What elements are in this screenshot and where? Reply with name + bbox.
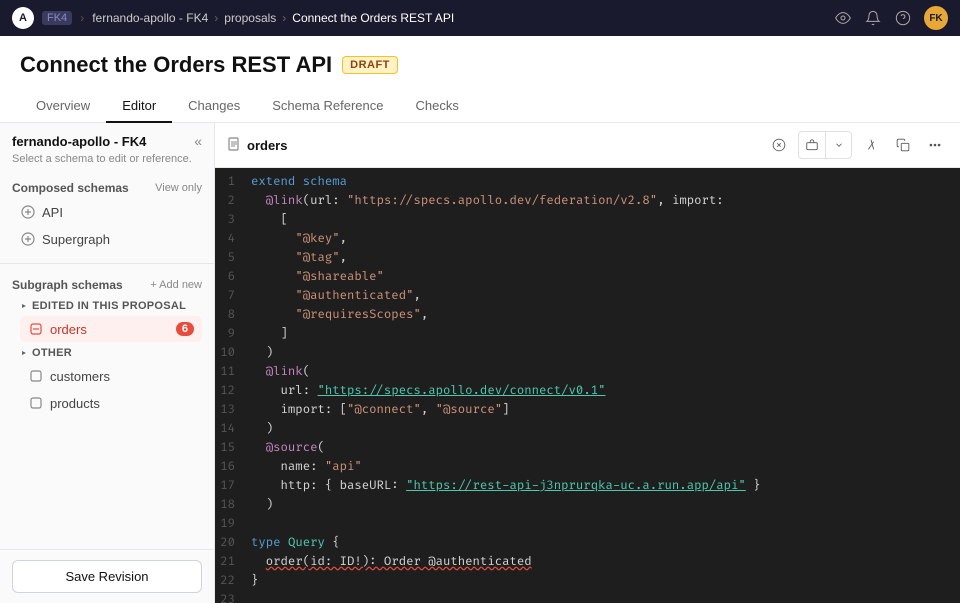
copy-button[interactable] [890,132,916,158]
editor-file-icon [227,137,241,154]
breadcrumb-current: Connect the Orders REST API [292,11,454,25]
robot-btn-group [798,131,852,159]
other-section-label: OTHER [32,347,72,359]
code-line-21: 21 order(id: ID!): Order @authenticated [215,552,960,571]
sidebar-item-products-label: products [50,396,100,411]
more-options-button[interactable] [922,132,948,158]
code-line-8: 8 "@requiresScopes", [215,305,960,324]
other-section-toggle[interactable]: OTHER [12,343,202,363]
edited-section-label: EDITED IN THIS PROPOSAL [32,300,186,312]
sidebar-divider-1 [0,263,214,264]
page-header: Connect the Orders REST API DRAFT Overvi… [0,36,960,123]
customers-schema-icon [28,368,44,384]
code-line-12: 12 url: "https://specs.apollo.dev/connec… [215,381,960,400]
edited-in-proposal-toggle[interactable]: EDITED IN THIS PROPOSAL [12,296,202,316]
code-line-4: 4 "@key", [215,229,960,248]
editor-panel: orders [215,123,960,603]
breadcrumb: fernando-apollo - FK4 › proposals › Conn… [92,11,454,25]
sidebar-item-products[interactable]: products [20,390,202,416]
ai-chevron-button[interactable] [825,132,851,158]
editor-toolbar: orders [215,123,960,168]
sidebar-item-api-label: API [42,205,63,220]
page-title: Connect the Orders REST API [20,52,332,78]
code-line-15: 15 @source( [215,438,960,457]
sidebar-item-supergraph[interactable]: Supergraph [12,226,202,252]
sidebar-item-customers-label: customers [50,369,110,384]
view-only-button[interactable]: View only [155,182,202,194]
eye-icon[interactable] [834,9,852,27]
tab-editor[interactable]: Editor [106,90,172,123]
tab-changes[interactable]: Changes [172,90,256,123]
code-line-14: 14 ) [215,419,960,438]
question-icon[interactable] [894,9,912,27]
main-content: fernando-apollo - FK4 « Select a schema … [0,123,960,603]
sidebar-item-orders-label: orders [50,322,87,337]
draft-badge: DRAFT [342,56,398,74]
orders-schema-icon [28,321,44,337]
code-line-17: 17 http: { baseURL: "https://rest-api-j3… [215,476,960,495]
clear-button[interactable] [766,132,792,158]
sidebar-collapse-button[interactable]: « [194,133,202,149]
code-editor[interactable]: 1 extend schema 2 @link(url: "https://sp… [215,168,960,603]
sidebar: fernando-apollo - FK4 « Select a schema … [0,123,215,603]
orders-change-badge: 6 [176,322,194,336]
subgraph-schemas-header: Subgraph schemas + Add new [12,278,202,292]
sidebar-item-orders[interactable]: orders 6 [20,316,202,342]
top-navigation-bar: A FK4 › fernando-apollo - FK4 › proposal… [0,0,960,36]
bell-icon[interactable] [864,9,882,27]
code-line-19: 19 [215,514,960,533]
tab-checks[interactable]: Checks [399,90,474,123]
sidebar-footer: Save Revision [0,549,214,603]
code-line-13: 13 import: ["@connect", "@source"] [215,400,960,419]
sidebar-item-supergraph-label: Supergraph [42,232,110,247]
code-line-7: 7 "@authenticated", [215,286,960,305]
composed-schemas-header: Composed schemas View only [12,181,202,195]
composed-schemas-section: Composed schemas View only API Supergrap… [0,173,214,257]
code-line-22: 22 } [215,571,960,590]
breadcrumb-sep-1: › [80,11,84,25]
top-bar-actions: FK [834,6,948,30]
code-line-20: 20 type Query { [215,533,960,552]
page-tabs: Overview Editor Changes Schema Reference… [20,90,940,122]
supergraph-schema-icon [20,231,36,247]
workspace-tag: FK4 [42,11,72,25]
breadcrumb-proposals[interactable]: proposals [224,11,276,25]
breadcrumb-workspace[interactable]: fernando-apollo - FK4 [92,11,208,25]
page-title-row: Connect the Orders REST API DRAFT [20,52,940,78]
app-logo[interactable]: A [12,7,34,29]
user-avatar[interactable]: FK [924,6,948,30]
code-line-11: 11 @link( [215,362,960,381]
products-schema-icon [28,395,44,411]
code-line-16: 16 name: "api" [215,457,960,476]
sidebar-item-api[interactable]: API [12,199,202,225]
code-line-10: 10 ) [215,343,960,362]
code-line-9: 9 ] [215,324,960,343]
code-line-1: 1 extend schema [215,172,960,191]
editor-filename: orders [247,138,287,153]
format-button[interactable] [858,132,884,158]
code-line-3: 3 [ [215,210,960,229]
sidebar-header: fernando-apollo - FK4 « [0,123,214,153]
code-line-5: 5 "@tag", [215,248,960,267]
tab-overview[interactable]: Overview [20,90,106,123]
sidebar-subtitle: Select a schema to edit or reference. [0,153,214,173]
code-line-6: 6 "@shareable" [215,267,960,286]
code-line-23: 23 [215,590,960,603]
subgraph-schemas-section: Subgraph schemas + Add new EDITED IN THI… [0,270,214,421]
api-schema-icon [20,204,36,220]
tab-schema-reference[interactable]: Schema Reference [256,90,399,123]
add-new-button[interactable]: + Add new [150,279,202,291]
composed-schemas-title: Composed schemas [12,181,129,195]
code-line-18: 18 ) [215,495,960,514]
sidebar-workspace: fernando-apollo - FK4 [12,134,146,149]
ai-assist-button[interactable] [799,132,825,158]
code-line-2: 2 @link(url: "https://specs.apollo.dev/f… [215,191,960,210]
save-revision-button[interactable]: Save Revision [12,560,202,593]
sidebar-item-customers[interactable]: customers [20,363,202,389]
subgraph-schemas-title: Subgraph schemas [12,278,123,292]
